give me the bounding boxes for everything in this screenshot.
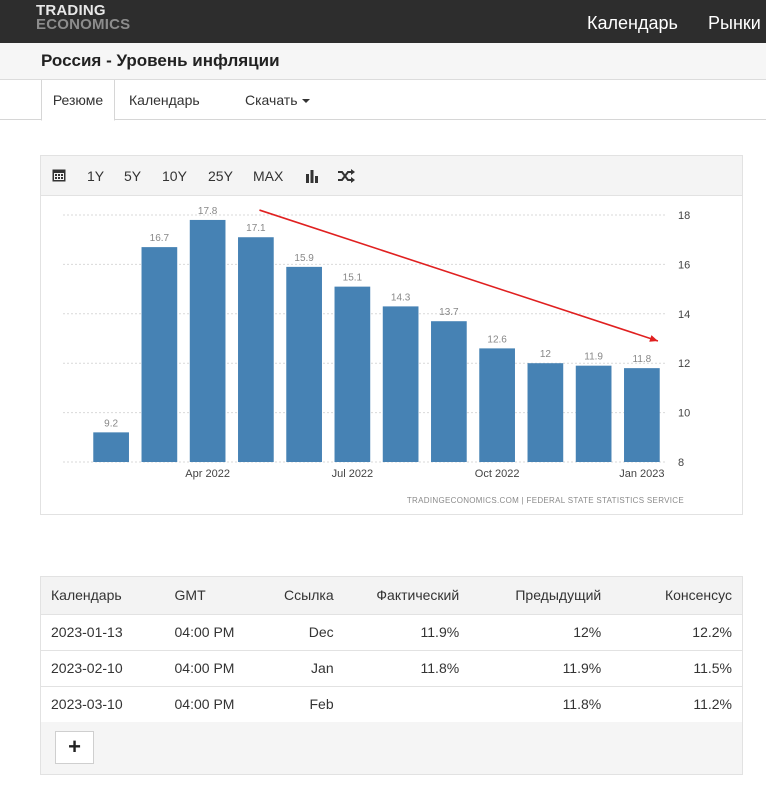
bar-value-label: 11.8 bbox=[633, 354, 652, 365]
table-row: 2023-03-10 04:00 PM Feb 11.8% 11.2% bbox=[41, 686, 742, 722]
chevron-down-icon bbox=[301, 99, 310, 104]
bar[interactable] bbox=[141, 247, 178, 462]
range-5y-button[interactable]: 5Y bbox=[124, 166, 141, 186]
range-10y-button[interactable]: 10Y bbox=[162, 166, 187, 186]
cell-date: 2023-02-10 bbox=[51, 660, 123, 676]
bar[interactable] bbox=[238, 237, 274, 462]
cell-gmt: 04:00 PM bbox=[174, 660, 235, 676]
y-tick-label: 16 bbox=[678, 259, 690, 271]
cell-previous: 11.8% bbox=[562, 696, 602, 713]
show-more-button[interactable]: + bbox=[55, 731, 94, 764]
y-tick-label: 10 bbox=[678, 408, 690, 420]
bar-value-label: 12.6 bbox=[487, 334, 507, 345]
top-navbar: TRADING ECONOMICS Календарь Рынки bbox=[0, 0, 766, 43]
chart-toolbar: 1Y 5Y 10Y 25Y MAX bbox=[41, 156, 742, 196]
cell-actual: 11.8% bbox=[420, 660, 460, 676]
cell-date: 2023-01-13 bbox=[51, 624, 123, 640]
bar-value-label: 12 bbox=[540, 349, 552, 360]
bar[interactable] bbox=[479, 348, 515, 462]
chart-source-text: TRADINGECONOMICS.COM | FEDERAL STATE STA… bbox=[407, 496, 684, 505]
y-tick-label: 8 bbox=[678, 457, 684, 469]
bar[interactable] bbox=[334, 286, 371, 462]
tab-download[interactable]: Скачать bbox=[245, 80, 310, 120]
chart-x-ticks: Apr 2022 Jul 2022 Oct 2022 Jan 2023 bbox=[185, 468, 664, 480]
cell-date: 2023-03-10 bbox=[51, 696, 123, 713]
y-tick-label: 12 bbox=[678, 358, 690, 370]
tab-summary-label: Резюме bbox=[52, 92, 104, 108]
bar-value-label: 9.2 bbox=[104, 418, 118, 429]
cell-consensus: 11.5% bbox=[693, 660, 732, 676]
bar[interactable] bbox=[624, 368, 660, 462]
col-header-consensus: Консенсус bbox=[664, 587, 732, 604]
calendar-table: Календарь GMT Ссылка Фактический Предыду… bbox=[41, 577, 742, 722]
cell-consensus: 11.2% bbox=[693, 696, 732, 713]
chart-value-labels: 9.2 16.7 17.8 17.1 15.9 15.1 14.3 13.7 12.6 12 11.… bbox=[104, 206, 651, 429]
y-tick-label: 14 bbox=[678, 309, 690, 321]
range-max-button[interactable]: MAX bbox=[253, 166, 283, 186]
title-bar: Россия - Уровень инфляции bbox=[0, 43, 766, 80]
bar-value-label: 13.7 bbox=[439, 307, 459, 318]
tab-calendar[interactable]: Календарь bbox=[129, 80, 200, 120]
bar-value-label: 11.9 bbox=[584, 352, 603, 363]
x-tick-label: Oct 2022 bbox=[475, 468, 520, 480]
chart-panel: 1Y 5Y 10Y 25Y MAX 9.2 16.7 17.8 17.1 15.9 15.… bbox=[40, 155, 743, 515]
cell-actual bbox=[344, 686, 470, 722]
bar-value-label: 14.3 bbox=[391, 292, 411, 303]
bar-value-label: 15.1 bbox=[343, 273, 363, 284]
cell-reference: Dec bbox=[308, 624, 334, 640]
bar-value-label: 16.7 bbox=[150, 233, 170, 244]
table-row: 2023-01-13 04:00 PM Dec 11.9% 12% 12.2% bbox=[41, 614, 742, 650]
x-tick-label: Jan 2023 bbox=[619, 468, 664, 480]
x-tick-label: Apr 2022 bbox=[185, 468, 230, 480]
tab-download-label: Скачать bbox=[245, 92, 298, 108]
nav-markets-link[interactable]: Рынки bbox=[708, 13, 761, 34]
cell-consensus: 12.2% bbox=[692, 624, 732, 640]
cell-reference: Feb bbox=[309, 696, 334, 713]
col-header-previous: Предыдущий bbox=[515, 587, 602, 604]
bar[interactable] bbox=[93, 432, 129, 462]
cell-previous: 12% bbox=[573, 624, 602, 640]
cell-reference: Jan bbox=[311, 660, 334, 676]
col-header-actual: Фактический bbox=[376, 587, 460, 604]
site-logo[interactable]: TRADING ECONOMICS bbox=[36, 3, 131, 33]
table-header-row: Календарь GMT Ссылка Фактический Предыду… bbox=[41, 577, 742, 614]
bar[interactable] bbox=[189, 219, 226, 462]
table-row: 2023-02-10 04:00 PM Jan 11.8% 11.9% 11.5… bbox=[41, 650, 742, 686]
col-header-reference: Ссылка bbox=[284, 587, 334, 604]
cell-gmt: 04:00 PM bbox=[174, 624, 235, 640]
inflation-bar-chart: 9.2 16.7 17.8 17.1 15.9 15.1 14.3 13.7 12.6 12 11.… bbox=[63, 206, 690, 505]
bar[interactable] bbox=[575, 365, 612, 462]
tab-summary[interactable]: Резюме bbox=[41, 80, 115, 121]
cell-gmt: 04:00 PM bbox=[174, 696, 235, 713]
bar[interactable] bbox=[382, 306, 419, 462]
bar-value-label: 17.8 bbox=[198, 206, 218, 217]
y-tick-label: 18 bbox=[678, 210, 690, 222]
bar[interactable] bbox=[431, 321, 467, 462]
bar-chart-icon[interactable] bbox=[305, 168, 319, 188]
bar-value-label: 17.1 bbox=[246, 223, 266, 234]
logo-line2: ECONOMICS bbox=[36, 16, 131, 33]
calendar-icon[interactable] bbox=[52, 167, 66, 187]
trend-arrow-head bbox=[649, 335, 658, 342]
calendar-table-panel: Календарь GMT Ссылка Фактический Предыду… bbox=[40, 576, 743, 775]
tab-bar: Резюме Календарь Скачать bbox=[0, 80, 766, 121]
bar[interactable] bbox=[527, 363, 564, 462]
x-tick-label: Jul 2022 bbox=[332, 468, 374, 480]
shuffle-icon[interactable] bbox=[338, 168, 355, 188]
col-header-calendar: Календарь bbox=[51, 587, 122, 604]
cell-actual: 11.9% bbox=[420, 624, 460, 640]
range-1y-button[interactable]: 1Y bbox=[87, 166, 104, 186]
tab-calendar-label: Календарь bbox=[129, 92, 200, 108]
nav-calendar-link[interactable]: Календарь bbox=[587, 13, 678, 34]
bar[interactable] bbox=[286, 266, 322, 462]
cell-previous: 11.9% bbox=[562, 660, 602, 676]
chart-bars bbox=[93, 219, 660, 462]
page-title: Россия - Уровень инфляции bbox=[41, 51, 280, 70]
range-25y-button[interactable]: 25Y bbox=[208, 166, 233, 186]
bar-value-label: 15.9 bbox=[294, 253, 314, 264]
col-header-gmt: GMT bbox=[174, 587, 206, 604]
chart-y-ticks: 8 10 12 14 16 18 bbox=[678, 210, 690, 469]
